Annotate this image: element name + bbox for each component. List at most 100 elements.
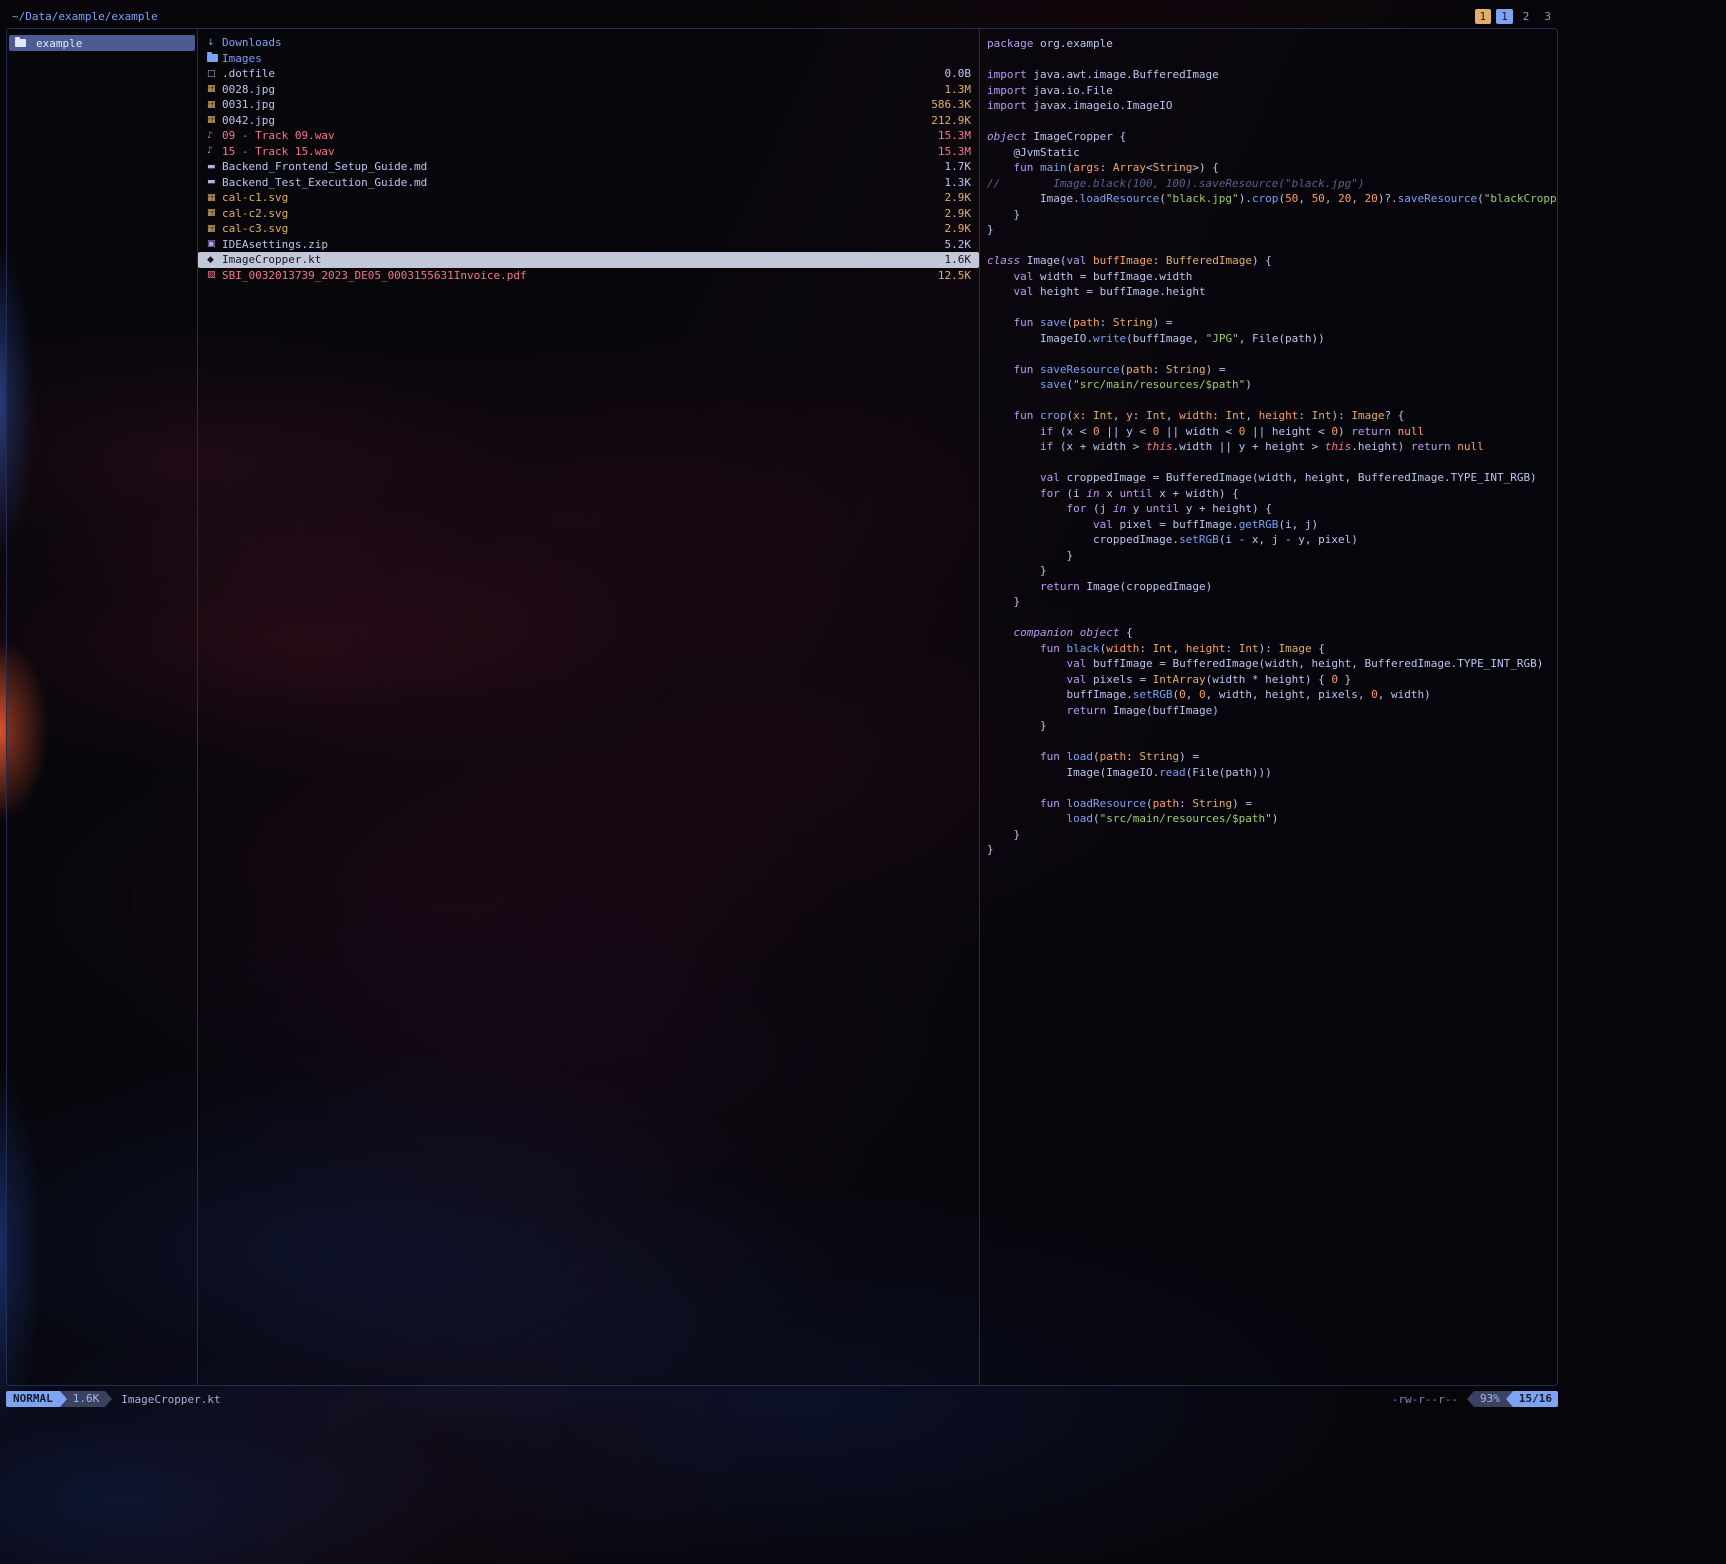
code-line: Image.loadResource("black.jpg").crop(50,… xyxy=(987,191,1557,207)
file-name: SBI_0032013739_2023_DE05_0003155631Invoi… xyxy=(222,269,527,282)
file-row[interactable]: ▦cal-c2.svg 2.9K xyxy=(198,206,979,222)
file-name: 0031.jpg xyxy=(222,98,275,111)
code-line: } xyxy=(987,842,1557,858)
file-name: cal-c2.svg xyxy=(222,207,288,220)
file-name: 0028.jpg xyxy=(222,83,275,96)
code-line: return Image(croppedImage) xyxy=(987,579,1557,595)
code-line: return Image(buffImage) xyxy=(987,703,1557,719)
code-line: fun loadResource(path: String) = xyxy=(987,796,1557,812)
folder-icon xyxy=(207,54,218,62)
image-icon: ▦ xyxy=(207,100,222,110)
file-name: .dotfile xyxy=(222,67,275,80)
file-row[interactable]: Images xyxy=(198,51,979,67)
markdown-icon: ▬ xyxy=(207,177,222,187)
scroll-percent-indicator: 93% xyxy=(1474,1391,1506,1407)
code-line: object ImageCropper { xyxy=(987,129,1557,145)
code-line: buffImage.setRGB(0, 0, width, height, pi… xyxy=(987,687,1557,703)
file-row[interactable]: ◆ImageCropper.kt1.6K xyxy=(198,252,979,268)
file-size: 15.3M xyxy=(938,129,971,142)
file-row[interactable]: ▦cal-c3.svg2.9K xyxy=(198,221,979,237)
file-row[interactable]: ▦0028.jpg 1.3M xyxy=(198,82,979,98)
code-line: } xyxy=(987,207,1557,223)
file-size: 15.3M xyxy=(938,145,971,158)
image-icon: ▦ xyxy=(207,84,222,94)
file-row[interactable]: ▦0042.jpg 212.9K xyxy=(198,113,979,129)
file-name: cal-c1.svg xyxy=(222,191,288,204)
audio-icon: ♪ xyxy=(207,131,222,141)
file-size: 2.9K xyxy=(945,222,972,235)
tab-4[interactable]: 3 xyxy=(1539,9,1556,24)
code-line: } xyxy=(987,563,1557,579)
code-line: fun main(args: Array<String>) { xyxy=(987,160,1557,176)
file-name: Backend_Test_Execution_Guide.md xyxy=(222,176,427,189)
image-icon: ▦ xyxy=(207,115,222,125)
markdown-icon: ▬ xyxy=(207,162,222,172)
image-icon: ▦ xyxy=(207,193,222,203)
code-line: val pixel = buffImage.getRGB(i, j) xyxy=(987,517,1557,533)
image-icon: ▦ xyxy=(207,208,222,218)
code-line: for (i in x until x + width) { xyxy=(987,486,1557,502)
file-name: cal-c3.svg xyxy=(222,222,288,235)
mode-indicator: NORMAL xyxy=(6,1391,60,1407)
file-row[interactable]: ↓Downloads xyxy=(198,35,979,51)
top-bar: ~/Data/example/example 1123 xyxy=(6,2,1558,28)
code-line: } xyxy=(987,222,1557,238)
code-line: } xyxy=(987,718,1557,734)
file-size: 212.9K xyxy=(931,114,971,127)
file-row[interactable]: ♪15 - Track 15.wav15.3M xyxy=(198,144,979,160)
file-row[interactable]: ▬Backend_Test_Execution_Guide.md 1.3K xyxy=(198,175,979,191)
code-line xyxy=(987,393,1557,409)
code-line: import javax.imageio.ImageIO xyxy=(987,98,1557,114)
code-line: import java.io.File xyxy=(987,83,1557,99)
code-line: croppedImage.setRGB(i - x, j - y, pixel) xyxy=(987,532,1557,548)
powerline-separator xyxy=(105,1391,112,1407)
code-line xyxy=(987,52,1557,68)
preview-pane[interactable]: package org.example import java.awt.imag… xyxy=(980,28,1558,1386)
file-list-pane[interactable]: ↓DownloadsImages□.dotfile0.0B▦0028.jpg1.… xyxy=(198,28,980,1386)
tab-3[interactable]: 2 xyxy=(1518,9,1535,24)
code-line: companion object { xyxy=(987,625,1557,641)
file-icon: □ xyxy=(207,69,222,79)
current-file-name: ImageCropper.kt xyxy=(121,1393,220,1406)
permissions-text: -rw-r--r-- xyxy=(1392,1393,1458,1406)
file-size: 2.9K xyxy=(945,191,972,204)
code-line: ImageIO.write(buffImage, "JPG", File(pat… xyxy=(987,331,1557,347)
code-line: package org.example xyxy=(987,36,1557,52)
file-row[interactable]: ♪09 - Track 09.wav15.3M xyxy=(198,128,979,144)
file-size: 2.9K xyxy=(945,207,972,220)
panes-container: example ↓DownloadsImages□.dotfile0.0B▦00… xyxy=(6,28,1558,1386)
code-line: val width = buffImage.width xyxy=(987,269,1557,285)
file-size: 1.6K xyxy=(945,253,972,266)
file-size: 1.3K xyxy=(945,176,972,189)
file-name: Backend_Frontend_Setup_Guide.md xyxy=(222,160,427,173)
code-line: Image(ImageIO.read(File(path))) xyxy=(987,765,1557,781)
tab-1[interactable]: 1 xyxy=(1475,9,1492,24)
file-row[interactable]: □.dotfile0.0B xyxy=(198,66,979,82)
file-size: 5.2K xyxy=(945,238,972,251)
code-line: } xyxy=(987,594,1557,610)
code-line: if (x + width > this.width || y + height… xyxy=(987,439,1557,455)
tab-2[interactable]: 1 xyxy=(1496,9,1513,24)
terminal-window: ~/Data/example/example 1123 example ↓Dow… xyxy=(6,2,1558,1407)
file-size: 12.5K xyxy=(938,269,971,282)
file-row[interactable]: ▬Backend_Frontend_Setup_Guide.md1.7K xyxy=(198,159,979,175)
file-name: 0042.jpg xyxy=(222,114,275,127)
code-line: } xyxy=(987,827,1557,843)
code-line: for (j in y until y + height) { xyxy=(987,501,1557,517)
file-row[interactable]: ▣IDEAsettings.zip5.2K xyxy=(198,237,979,253)
cursor-position-indicator: 15/16 xyxy=(1513,1391,1558,1407)
file-name: Downloads xyxy=(222,36,282,49)
code-line: fun crop(x: Int, y: Int, width: Int, hei… xyxy=(987,408,1557,424)
file-size: 1.3M xyxy=(945,83,972,96)
file-row[interactable]: ▨SBI_0032013739_2023_DE05_0003155631Invo… xyxy=(198,268,979,284)
file-row[interactable]: ▦0031.jpg586.3K xyxy=(198,97,979,113)
code-line: load("src/main/resources/$path") xyxy=(987,811,1557,827)
status-bar: NORMAL 1.6K ImageCropper.kt -rw-r--r-- 9… xyxy=(6,1391,1558,1407)
parent-dir-item[interactable]: example xyxy=(9,35,195,51)
file-row[interactable]: ▦cal-c1.svg 2.9K xyxy=(198,190,979,206)
code-line: val pixels = IntArray(width * height) { … xyxy=(987,672,1557,688)
parent-dir-name: example xyxy=(36,37,82,50)
code-line xyxy=(987,238,1557,254)
download-icon: ↓ xyxy=(207,38,222,48)
code-line: save("src/main/resources/$path") xyxy=(987,377,1557,393)
